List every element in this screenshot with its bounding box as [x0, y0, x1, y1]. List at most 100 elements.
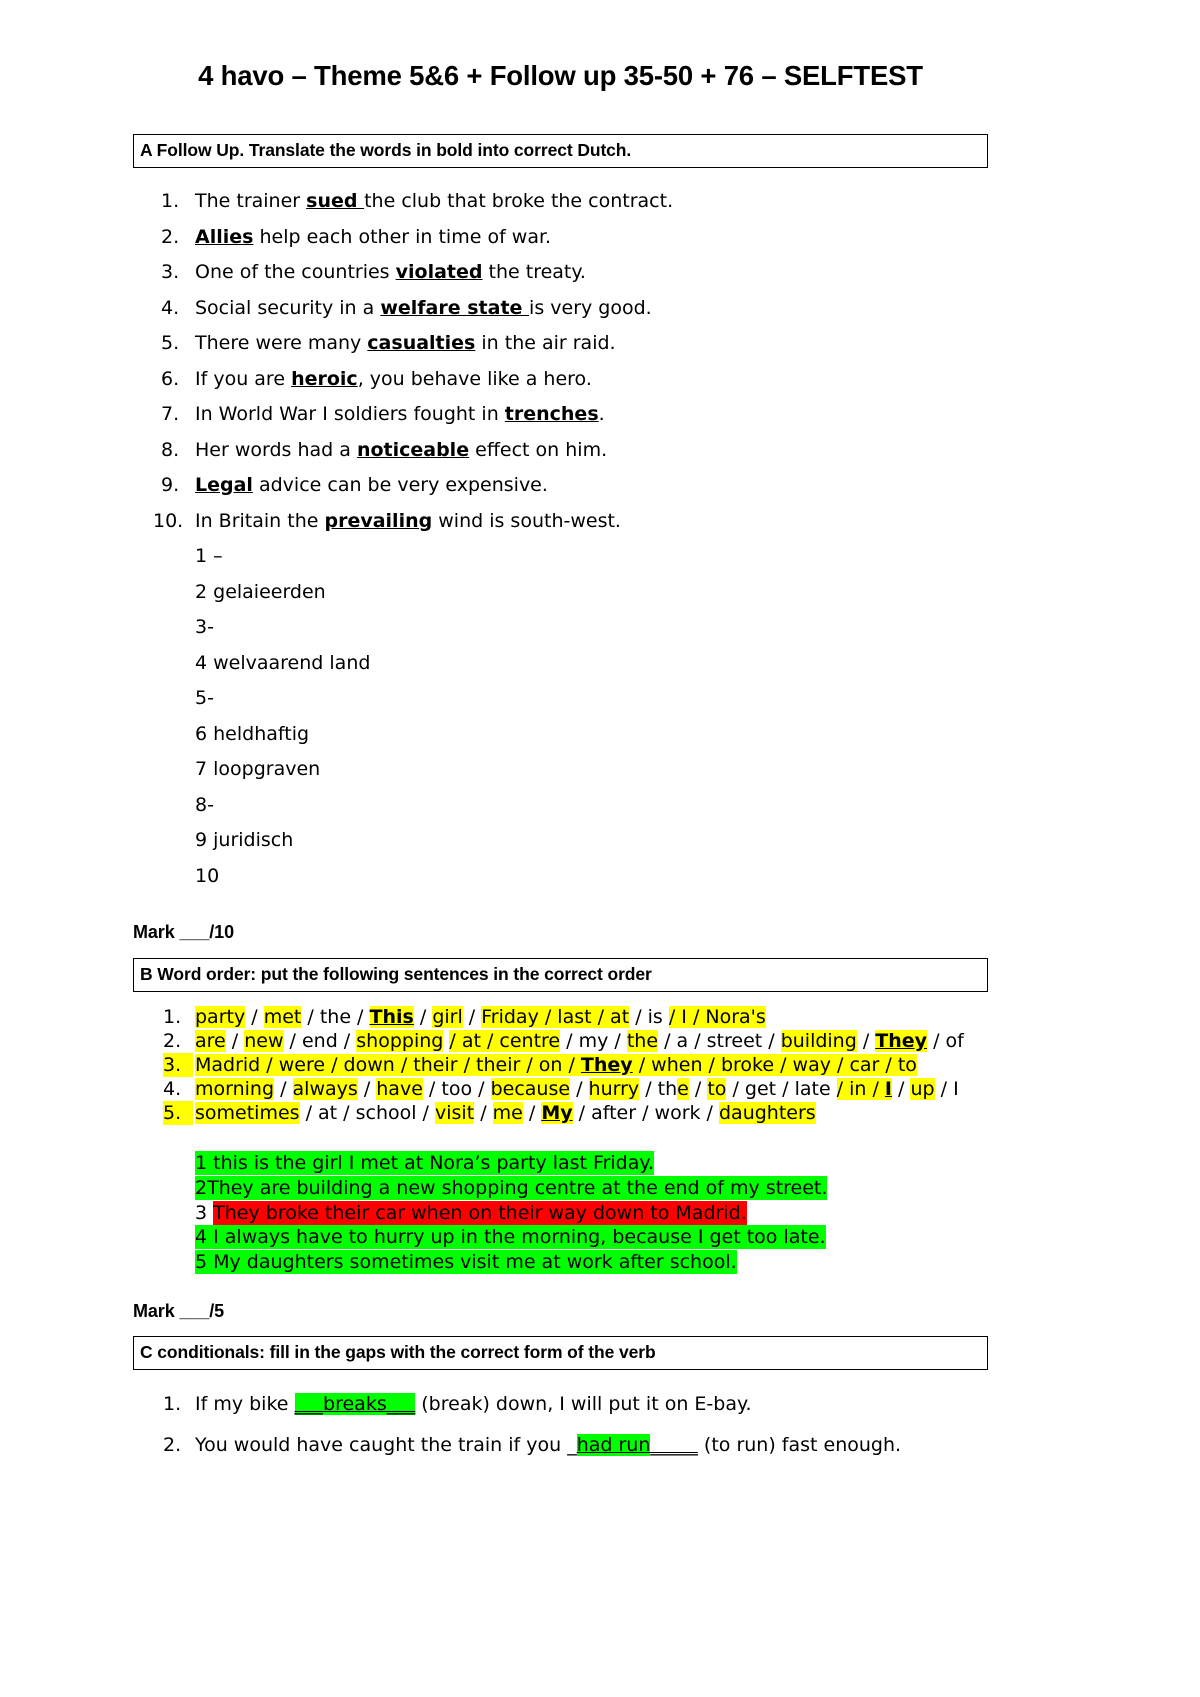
item-text-post: help each other in time of war.	[253, 225, 552, 248]
item-number: 3.	[161, 261, 180, 283]
answer-text: 4 I always have to hurry up in the morni…	[195, 1225, 826, 1250]
item-bold-word: prevailing	[324, 509, 433, 532]
document-page: 4 havo – Theme 5&6 + Follow up 35-50 + 7…	[0, 0, 1200, 1697]
answer-line: 5-	[195, 687, 214, 709]
item-number: 2.	[163, 1029, 182, 1052]
item-text-post: wind is south-west.	[432, 509, 621, 532]
item-bold-word: trenches	[504, 403, 599, 425]
item-text-post: is very good.	[529, 296, 652, 319]
word-chip: hurry	[588, 1077, 640, 1100]
word-chip: sometimes	[195, 1102, 300, 1124]
item-number: 10.	[153, 509, 184, 532]
list-item: 10. In Britain the prevailing wind is so…	[133, 509, 988, 532]
word-chip-bold: They	[580, 1053, 633, 1076]
list-item: 1. party / met / the / This / girl / Fri…	[133, 1005, 988, 1029]
word-chip-bold: My	[541, 1102, 573, 1124]
section-b-question-list: 1. party / met / the / This / girl / Fri…	[133, 1005, 988, 1126]
item-text-post: the treaty.	[482, 261, 586, 283]
item-text-post: , you behave like a hero.	[357, 367, 592, 390]
gap-answer-lead[interactable]: ___	[294, 1392, 324, 1415]
separator: / at / school /	[299, 1102, 435, 1124]
gap-answer[interactable]: breaks	[323, 1392, 387, 1415]
gap-answer-trail[interactable]: ___	[386, 1392, 416, 1415]
separator: /	[245, 1005, 264, 1028]
item-bold-word: heroic	[291, 367, 358, 390]
word-chip: Nora's	[705, 1005, 766, 1028]
list-item: 7. In World War I soldiers fought in tre…	[133, 405, 988, 424]
answer-line: 1 –	[195, 545, 223, 567]
list-item: 6. If you are heroic, you behave like a …	[133, 367, 988, 390]
section-c-question-list: 1. If my bike ___breaks___ (break) down,…	[133, 1392, 988, 1456]
answer-text: 2They are building a new shopping centre…	[195, 1175, 828, 1200]
separator: /	[274, 1077, 293, 1100]
item-bold-word: noticeable	[356, 438, 470, 461]
list-item: 9. Legal advice can be very expensive.	[133, 476, 988, 495]
separator: /	[570, 1077, 589, 1100]
answer-line: 10	[195, 864, 220, 887]
separator: /	[474, 1102, 493, 1124]
word-order-sentence: sometimes / at / school / visit / me / M…	[195, 1102, 816, 1124]
item-text-pre: You would have caught the train if you _	[195, 1433, 577, 1456]
separator: / th	[639, 1077, 678, 1100]
separator: / my /	[560, 1029, 627, 1052]
section-a-question-list: 1. The trainer sued the club that broke …	[133, 192, 988, 531]
answer-line: 1 this is the girl I met at Nora’s party…	[195, 1151, 988, 1176]
item-text-post: (to run) fast enough.	[697, 1433, 902, 1456]
answer-text: 5 My daughters sometimes visit me at wor…	[195, 1249, 737, 1274]
separator: /	[892, 1077, 911, 1100]
item-bold-word: Allies	[195, 225, 254, 248]
item-bold-word: sued	[306, 190, 365, 212]
item-number: 6.	[161, 367, 180, 390]
item-bold-word: violated	[395, 261, 483, 283]
separator: /	[413, 1005, 433, 1028]
answer-line: 4 welvaarend land	[195, 651, 371, 674]
word-chip-bold: This	[369, 1005, 414, 1028]
item-number: 2.	[161, 225, 180, 248]
word-chip: e	[677, 1077, 689, 1100]
word-chip: always	[292, 1077, 358, 1100]
word-chip: to	[707, 1077, 727, 1100]
item-number: 5.	[161, 332, 180, 354]
item-text-pre: One of the countries	[195, 261, 396, 283]
gap-answer-trail[interactable]: _____	[650, 1434, 698, 1456]
item-bold-word: welfare state	[380, 296, 530, 319]
list-item: 4. Social security in a welfare state is…	[133, 296, 988, 319]
word-chip: / in /	[836, 1077, 885, 1100]
separator: / after / work /	[572, 1102, 719, 1124]
item-bold-word: casualties	[367, 332, 476, 354]
list-item: 5. There were many casualties in the air…	[133, 334, 988, 353]
word-order-sentence: are / new / end / shopping / at / centre…	[195, 1029, 964, 1052]
item-text-post: the club that broke the contract.	[364, 190, 674, 212]
item-number: 5.	[163, 1101, 193, 1126]
item-number: 1.	[163, 1392, 182, 1415]
item-text-post: .	[598, 403, 605, 425]
separator: / too /	[422, 1077, 491, 1100]
answer-line: 5 My daughters sometimes visit me at wor…	[195, 1249, 988, 1275]
word-order-sentence: Madrid / were / down / their / their / o…	[195, 1053, 917, 1076]
word-chip: Madrid / were / down / their / their / o…	[195, 1053, 581, 1076]
item-text-pre: There were many	[195, 332, 368, 354]
item-text-pre: If you are	[195, 367, 292, 390]
list-item: 5. sometimes / at / school / visit / me …	[133, 1101, 988, 1126]
word-chip: morning	[195, 1077, 275, 1100]
word-order-sentence: morning / always / have / too / because …	[195, 1077, 959, 1100]
answer-line: 2They are building a new shopping centre…	[195, 1175, 988, 1201]
answer-line: 3-	[195, 616, 214, 638]
item-number: 1.	[161, 190, 180, 212]
word-chip: building	[780, 1029, 857, 1052]
word-chip: because	[490, 1077, 571, 1100]
item-text-pre: In Britain the	[195, 509, 325, 532]
separator: / get / late	[726, 1077, 837, 1100]
answer-line: 8-	[195, 793, 214, 816]
item-text-post: in the air raid.	[475, 332, 616, 354]
separator: / I	[934, 1077, 959, 1100]
word-chip: new	[244, 1029, 284, 1052]
section-a-heading: A Follow Up. Translate the words in bold…	[133, 134, 988, 168]
section-c-heading: C conditionals: fill in the gaps with th…	[133, 1335, 988, 1370]
list-item: 3. Madrid / were / down / their / their …	[133, 1052, 988, 1077]
section-b-mark: Mark ___/5	[133, 1300, 225, 1321]
item-number: 8.	[161, 438, 180, 461]
item-text-pre: Social security in a	[195, 296, 381, 319]
separator: /	[688, 1077, 708, 1100]
gap-answer[interactable]: had run	[576, 1433, 651, 1456]
